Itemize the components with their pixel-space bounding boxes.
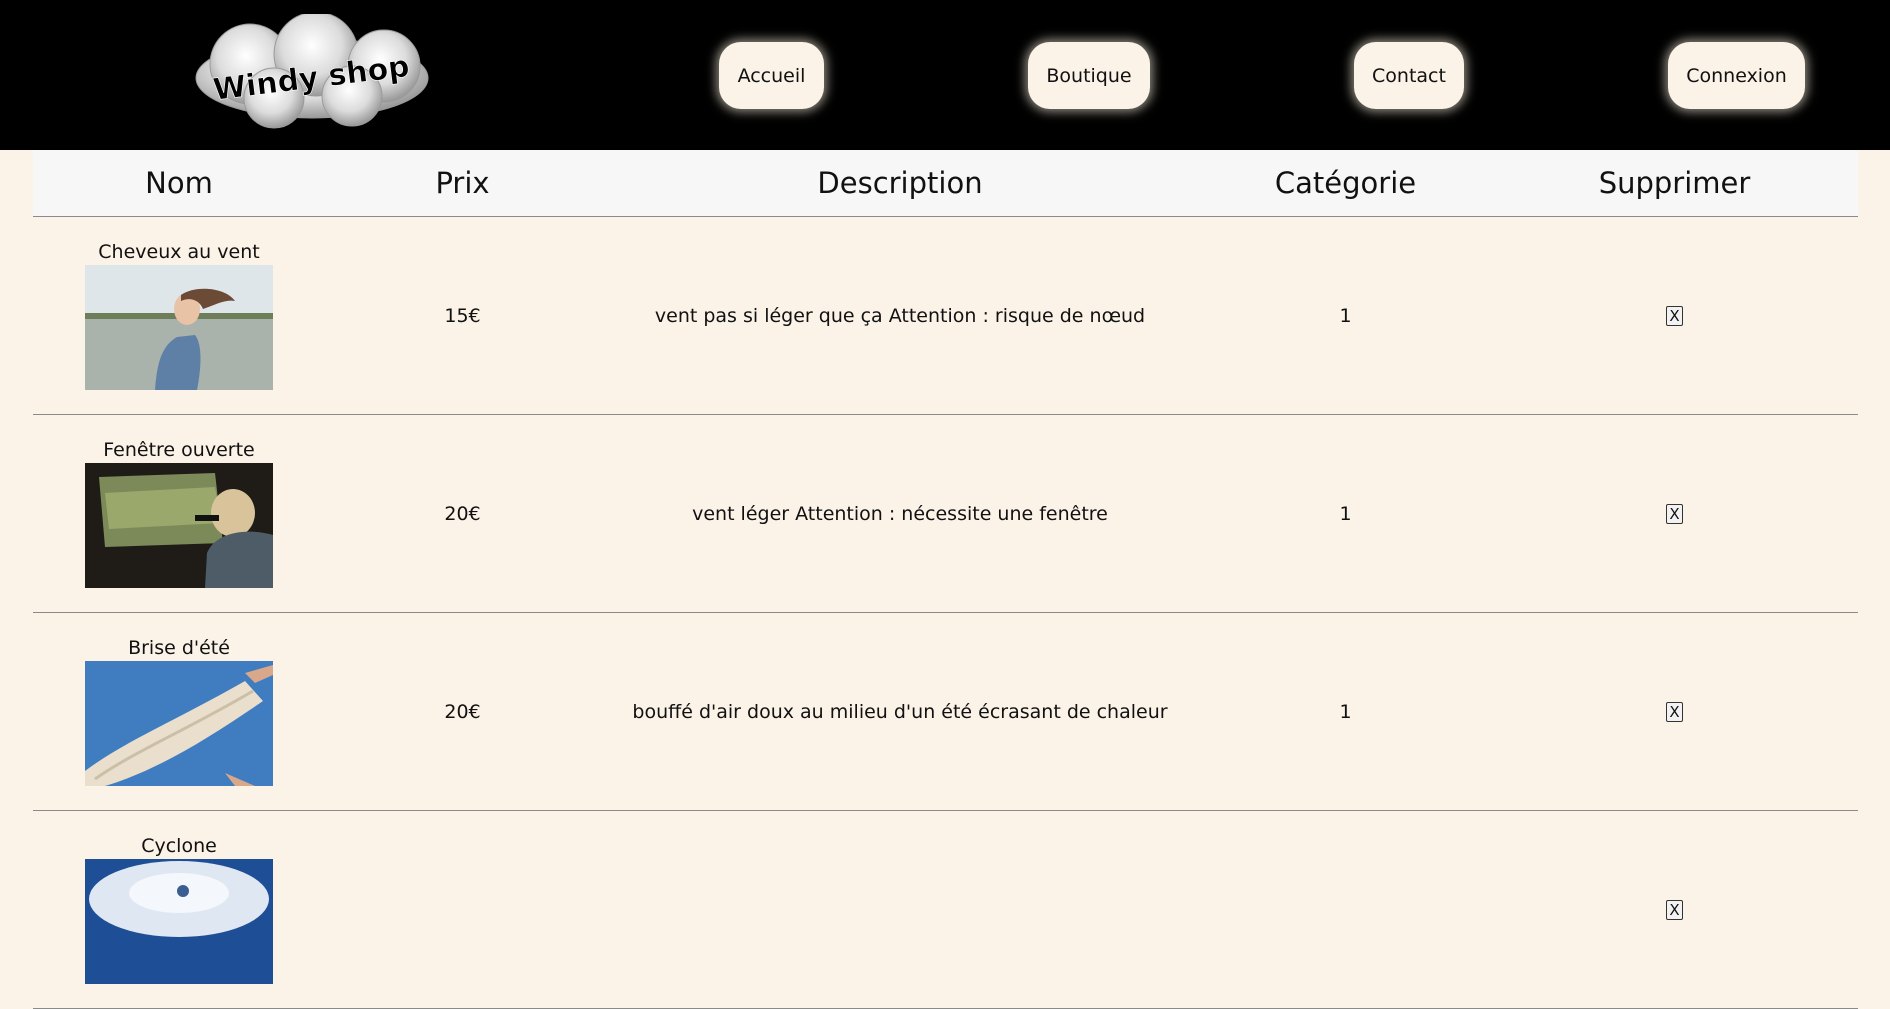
site-header: Windy shop Accueil Boutique Contact Conn… [0,0,1890,150]
product-name: Brise d'été [128,637,230,659]
delete-cell: X [1491,415,1858,612]
product-category [1200,811,1491,1008]
table-header: Nom Prix Description Catégorie Supprimer [33,150,1858,217]
column-header-categorie: Catégorie [1274,166,1417,200]
delete-button[interactable]: X [1666,503,1683,524]
table-row: Cheveux au vent 15€ vent pas si léger qu… [33,217,1858,415]
nav-accueil-button[interactable]: Accueil [719,42,824,109]
product-name-cell: Brise d'été [33,613,325,810]
nav-boutique-button[interactable]: Boutique [1028,42,1150,109]
product-description: vent pas si léger que ça Attention : ris… [654,304,1146,327]
product-name: Fenêtre ouverte [103,439,255,461]
product-category: 1 [1339,700,1352,723]
nav-connexion-button[interactable]: Connexion [1668,42,1805,109]
product-name: Cheveux au vent [98,241,260,263]
delete-cell: X [1491,811,1858,1008]
column-header-nom: Nom [145,166,213,200]
nav-contact-button[interactable]: Contact [1354,42,1464,109]
windy-shop-logo[interactable]: Windy shop [188,14,436,134]
column-header-prix: Prix [435,166,490,200]
product-price [325,811,600,1008]
product-price: 15€ [444,304,481,327]
table-row: Cyclone X [33,811,1858,1009]
product-name: Cyclone [141,835,217,857]
product-description [600,811,1200,1008]
product-image-cyclone [85,859,273,984]
product-description: bouffé d'air doux au milieu d'un été écr… [632,700,1168,723]
column-header-description: Description [817,166,983,200]
product-image-scarf-in-sky [85,661,273,786]
product-image-car-window [85,463,273,588]
products-table: Nom Prix Description Catégorie Supprimer… [33,150,1858,1009]
table-row: Fenêtre ouverte 20€ vent léger Attention… [33,415,1858,613]
product-name-cell: Cheveux au vent [33,217,325,414]
product-category: 1 [1339,502,1352,525]
product-price: 20€ [444,700,481,723]
product-price: 20€ [444,502,481,525]
column-header-supprimer: Supprimer [1598,166,1751,200]
delete-cell: X [1491,217,1858,414]
product-name-cell: Fenêtre ouverte [33,415,325,612]
delete-button[interactable]: X [1666,899,1683,920]
delete-button[interactable]: X [1666,305,1683,326]
delete-cell: X [1491,613,1858,810]
delete-button[interactable]: X [1666,701,1683,722]
product-category: 1 [1339,304,1352,327]
product-image-woman-hair-in-wind [85,265,273,390]
table-row: Brise d'été 20€ bouffé d'air doux au mil… [33,613,1858,811]
product-description: vent léger Attention : nécessite une fen… [692,502,1108,525]
product-name-cell: Cyclone [33,811,325,1008]
